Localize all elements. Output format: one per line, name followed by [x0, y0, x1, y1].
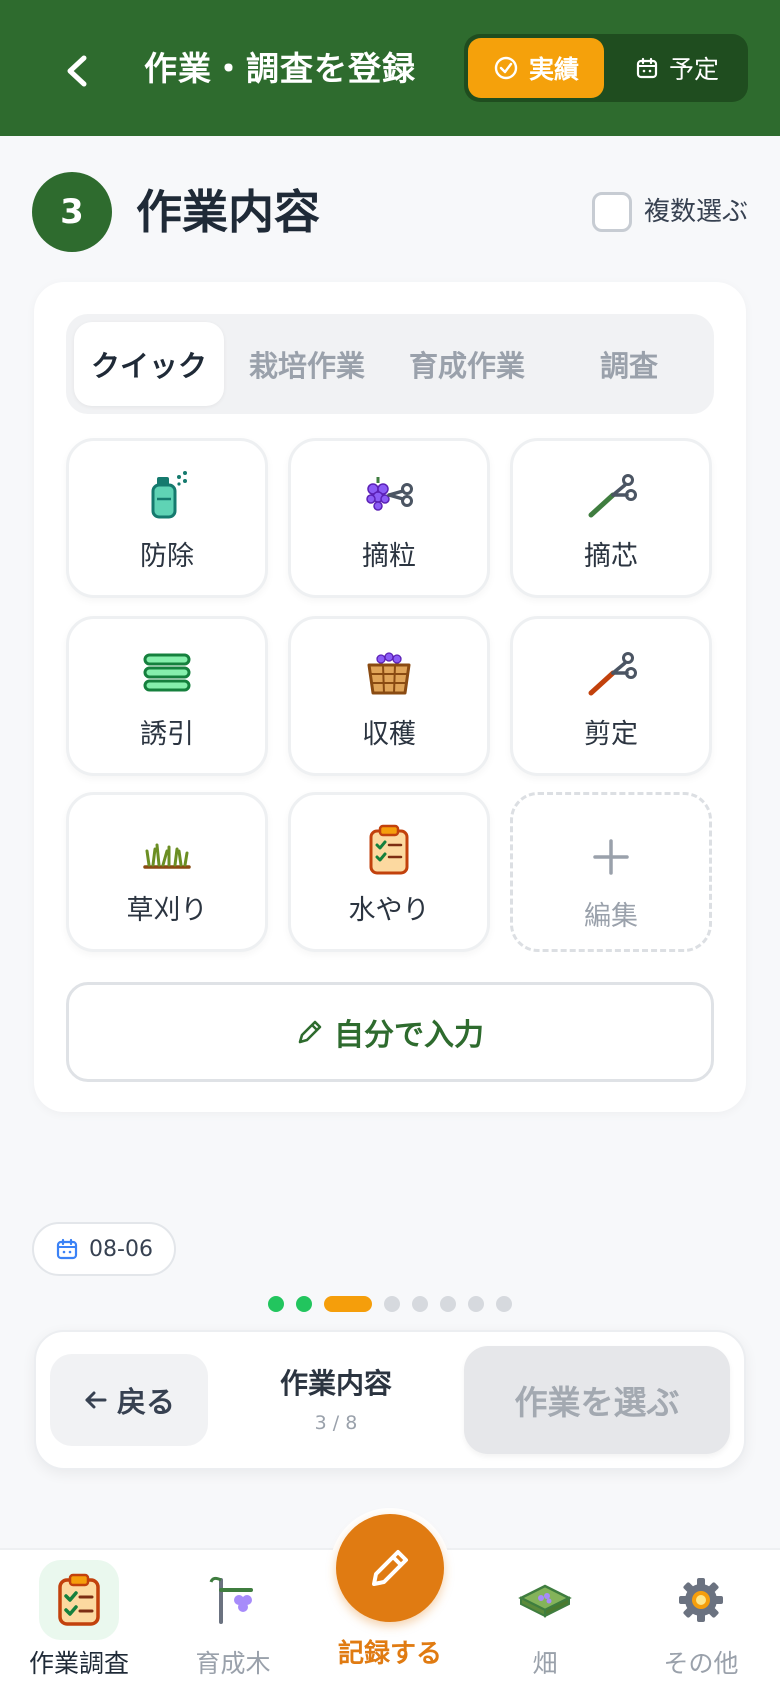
date-chip[interactable]: 08-06: [32, 1222, 176, 1276]
shears-icon: [588, 652, 637, 696]
task-label: 草刈り: [126, 895, 208, 926]
section-title: 作業内容: [136, 185, 320, 239]
task-tile-spray[interactable]: 防除: [66, 438, 268, 598]
pager-dot: [268, 1296, 284, 1312]
multi-select-label[interactable]: 複数選ぶ: [644, 192, 748, 232]
nav-item-vines[interactable]: 育成木: [168, 1560, 298, 1680]
calendar-icon: [636, 57, 658, 79]
task-label: 摘粒: [362, 541, 416, 572]
category-tabs: クイック 栽培作業 育成作業 調査: [66, 314, 714, 414]
multi-select-checkbox[interactable]: [592, 192, 632, 232]
grass-icon: [143, 843, 191, 869]
record-button-label[interactable]: 記録する: [310, 1636, 470, 1672]
tab-survey[interactable]: 調査: [552, 322, 706, 406]
pager-dot: [412, 1296, 428, 1312]
nav-item-field[interactable]: 畑: [480, 1560, 610, 1680]
tie-lines-icon: [143, 653, 191, 692]
nav-label: 育成木: [195, 1649, 271, 1678]
task-label: 水やり: [348, 895, 430, 926]
grape-scissors-icon: [366, 477, 413, 511]
pager-dot: [384, 1296, 400, 1312]
task-label: 誘引: [140, 719, 194, 750]
previous-step-button[interactable]: 戻る: [50, 1354, 208, 1446]
tab-quick[interactable]: クイック: [74, 322, 224, 406]
nav-label: 畑: [532, 1649, 558, 1678]
page-title: 作業・調査を登録: [144, 49, 416, 88]
arrow-left-icon: [85, 1391, 107, 1409]
task-tile-mowing[interactable]: 草刈り: [66, 792, 268, 952]
clipboard-icon: [369, 824, 409, 875]
basket-icon: [367, 652, 411, 695]
check-circle-icon: [494, 56, 518, 80]
task-label: 収穫: [362, 719, 416, 750]
custom-input-label: 自分で入力: [334, 1018, 484, 1053]
task-label: 剪定: [584, 719, 638, 750]
task-tile-pinching[interactable]: 摘芯: [510, 438, 712, 598]
vine-icon: [209, 1576, 253, 1624]
task-tile-pruning[interactable]: 剪定: [510, 616, 712, 776]
tab-training[interactable]: 育成作業: [390, 322, 544, 406]
mode-toggle: 実績 予定: [464, 34, 748, 102]
chevron-left-icon: [67, 55, 87, 87]
nav-label: その他: [663, 1649, 739, 1678]
step-number-badge: 3: [32, 172, 112, 252]
task-label: 編集: [584, 901, 638, 932]
pager-dot-current: [324, 1296, 372, 1312]
custom-input-button[interactable]: 自分で入力: [66, 982, 714, 1082]
mode-plan-label: 予定: [668, 55, 719, 84]
field-icon: [518, 1584, 572, 1618]
task-label: 摘芯: [584, 541, 638, 572]
date-value: 08-06: [89, 1236, 153, 1262]
pencil-icon: [298, 1020, 322, 1044]
tab-cultivation[interactable]: 栽培作業: [230, 322, 384, 406]
pager-dot: [296, 1296, 312, 1312]
current-step-name: 作業内容: [279, 1367, 392, 1400]
nav-item-work-survey[interactable]: 作業調査: [14, 1560, 144, 1680]
back-button[interactable]: [58, 46, 98, 96]
nav-label: 作業調査: [28, 1649, 129, 1678]
pager-dot: [468, 1296, 484, 1312]
pager-dot: [496, 1296, 512, 1312]
nav-item-other[interactable]: その他: [636, 1560, 766, 1680]
record-button[interactable]: [336, 1514, 444, 1622]
task-tile-harvest[interactable]: 収穫: [288, 616, 490, 776]
next-step-button[interactable]: 作業を選ぶ: [464, 1346, 730, 1454]
previous-step-label: 戻る: [116, 1385, 175, 1419]
calendar-icon: [56, 1238, 78, 1260]
task-tile-tying[interactable]: 誘引: [66, 616, 268, 776]
mode-plan-button[interactable]: 予定: [610, 38, 744, 98]
mode-actual-label: 実績: [528, 55, 579, 84]
mode-actual-button[interactable]: 実績: [468, 38, 604, 98]
task-label: 防除: [140, 541, 194, 572]
task-tile-berry-thinning[interactable]: 摘粒: [288, 438, 490, 598]
task-tile-edit[interactable]: 編集: [510, 792, 712, 952]
sprayer-icon: [151, 471, 187, 519]
step-counter: 3 / 8: [314, 1412, 358, 1434]
plus-icon: [593, 839, 629, 875]
task-tile-watering[interactable]: 水やり: [288, 792, 490, 952]
pencil-icon: [372, 1550, 408, 1586]
pager-dot: [440, 1296, 456, 1312]
clipboard-check-icon: [58, 1573, 100, 1626]
gear-icon: [679, 1578, 723, 1622]
pruner-icon: [588, 474, 637, 518]
